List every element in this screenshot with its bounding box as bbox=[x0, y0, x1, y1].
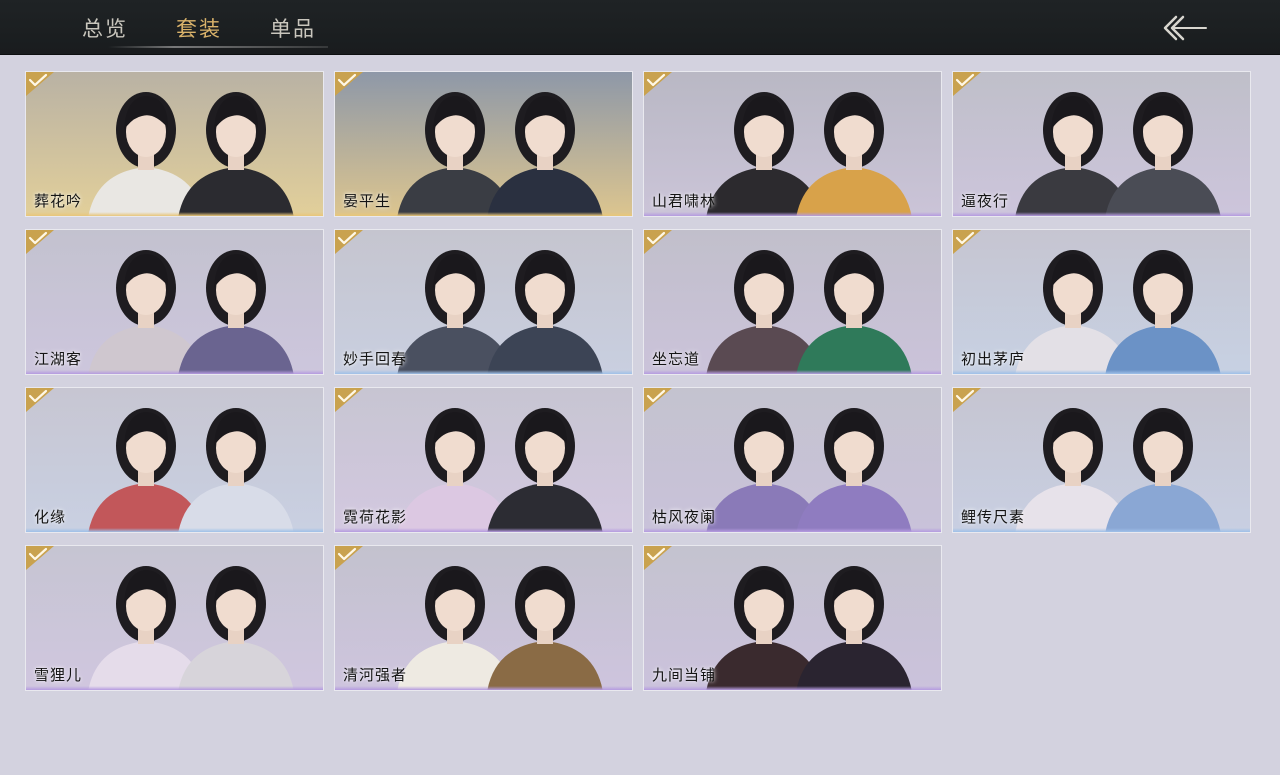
rarity-bar bbox=[644, 686, 941, 690]
rarity-bar bbox=[644, 528, 941, 532]
outfit-name: 鲤传尺素 bbox=[961, 508, 1026, 526]
male-character-portrait bbox=[796, 250, 912, 374]
outfit-card[interactable]: 枯风夜阑 bbox=[643, 387, 942, 533]
owned-checkmark-icon bbox=[953, 72, 981, 96]
outfit-card[interactable]: 九间当铺 bbox=[643, 545, 942, 691]
outfit-name: 枯风夜阑 bbox=[652, 508, 717, 526]
rarity-bar bbox=[335, 370, 632, 374]
owned-checkmark-icon bbox=[26, 388, 54, 412]
rarity-bar bbox=[644, 370, 941, 374]
male-character-portrait bbox=[487, 92, 603, 216]
rarity-bar bbox=[953, 528, 1250, 532]
owned-checkmark-icon bbox=[335, 388, 363, 412]
owned-checkmark-icon bbox=[335, 546, 363, 570]
outfit-card[interactable]: 鲤传尺素 bbox=[952, 387, 1251, 533]
outfit-card[interactable]: 逼夜行 bbox=[952, 71, 1251, 217]
rarity-bar bbox=[953, 370, 1250, 374]
owned-checkmark-icon bbox=[335, 230, 363, 254]
outfit-name: 妙手回春 bbox=[343, 350, 408, 368]
rarity-bar bbox=[953, 212, 1250, 216]
outfit-name: 九间当铺 bbox=[652, 666, 717, 684]
male-character-portrait bbox=[1105, 408, 1221, 532]
outfit-name: 雪狸儿 bbox=[34, 666, 83, 684]
male-character-portrait bbox=[487, 566, 603, 690]
owned-checkmark-icon bbox=[644, 546, 672, 570]
outfit-card[interactable]: 江湖客 bbox=[25, 229, 324, 375]
male-character-portrait bbox=[1105, 250, 1221, 374]
rarity-bar bbox=[335, 686, 632, 690]
outfit-card[interactable]: 山君啸林 bbox=[643, 71, 942, 217]
outfit-card[interactable]: 霓荷花影 bbox=[334, 387, 633, 533]
rarity-bar bbox=[26, 212, 323, 216]
active-tab-underline bbox=[108, 46, 328, 48]
outfit-name: 葬花吟 bbox=[34, 192, 83, 210]
owned-checkmark-icon bbox=[644, 72, 672, 96]
male-character-portrait bbox=[796, 566, 912, 690]
owned-checkmark-icon bbox=[26, 230, 54, 254]
outfit-card[interactable]: 清河强者 bbox=[334, 545, 633, 691]
rarity-bar bbox=[26, 370, 323, 374]
outfit-name: 山君啸林 bbox=[652, 192, 717, 210]
back-arrow-icon bbox=[1163, 15, 1207, 41]
outfit-name: 坐忘道 bbox=[652, 350, 701, 368]
outfit-card[interactable]: 雪狸儿 bbox=[25, 545, 324, 691]
owned-checkmark-icon bbox=[953, 230, 981, 254]
outfit-name: 逼夜行 bbox=[961, 192, 1010, 210]
male-character-portrait bbox=[178, 408, 294, 532]
owned-checkmark-icon bbox=[26, 72, 54, 96]
owned-checkmark-icon bbox=[26, 546, 54, 570]
outfit-name: 江湖客 bbox=[34, 350, 83, 368]
male-character-portrait bbox=[178, 566, 294, 690]
male-character-portrait bbox=[796, 408, 912, 532]
outfit-name: 化缘 bbox=[34, 508, 67, 526]
male-character-portrait bbox=[796, 92, 912, 216]
owned-checkmark-icon bbox=[644, 230, 672, 254]
outfit-card[interactable]: 晏平生 bbox=[334, 71, 633, 217]
outfit-name: 霓荷花影 bbox=[343, 508, 408, 526]
male-character-portrait bbox=[178, 250, 294, 374]
outfit-name: 初出茅庐 bbox=[961, 350, 1026, 368]
outfit-card[interactable]: 化缘 bbox=[25, 387, 324, 533]
owned-checkmark-icon bbox=[953, 388, 981, 412]
top-navigation-bar: 总览 套装 单品 bbox=[0, 0, 1280, 55]
rarity-bar bbox=[335, 528, 632, 532]
rarity-bar bbox=[335, 212, 632, 216]
outfit-name: 清河强者 bbox=[343, 666, 408, 684]
character-portraits bbox=[88, 408, 294, 532]
outfit-card[interactable]: 妙手回春 bbox=[334, 229, 633, 375]
male-character-portrait bbox=[487, 250, 603, 374]
outfit-card[interactable]: 初出茅庐 bbox=[952, 229, 1251, 375]
male-character-portrait bbox=[178, 92, 294, 216]
outfit-name: 晏平生 bbox=[343, 192, 392, 210]
rarity-bar bbox=[644, 212, 941, 216]
outfit-card[interactable]: 葬花吟 bbox=[25, 71, 324, 217]
owned-checkmark-icon bbox=[335, 72, 363, 96]
male-character-portrait bbox=[1105, 92, 1221, 216]
back-button[interactable] bbox=[1160, 14, 1214, 42]
outfit-card[interactable]: 坐忘道 bbox=[643, 229, 942, 375]
owned-checkmark-icon bbox=[644, 388, 672, 412]
rarity-bar bbox=[26, 528, 323, 532]
male-character-portrait bbox=[487, 408, 603, 532]
rarity-bar bbox=[26, 686, 323, 690]
outfit-grid: 葬花吟 晏平生 山君啸林 逼夜行江湖客 妙手回春 坐忘道 初出茅庐化缘 霓荷花影 枯风夜阑 鲤传尺… bbox=[25, 71, 1251, 691]
